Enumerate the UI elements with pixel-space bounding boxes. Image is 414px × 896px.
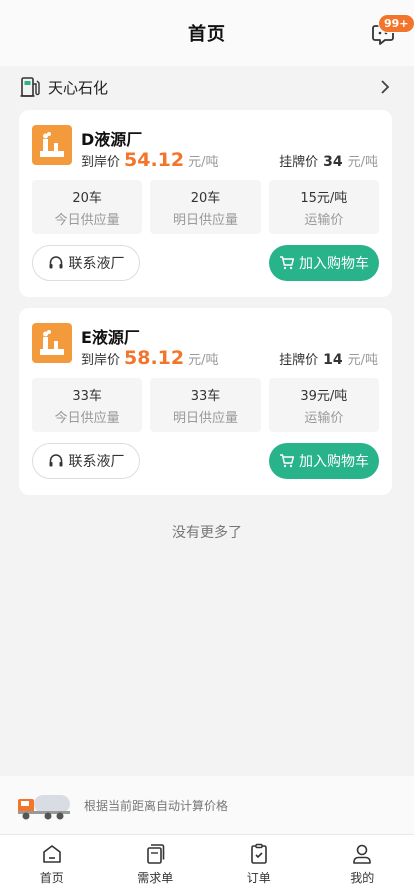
contact-label: 联系液厂 bbox=[68, 454, 125, 470]
tab-home[interactable]: 首页 bbox=[0, 835, 104, 896]
stat-value: 33车 bbox=[72, 388, 102, 404]
add-to-cart-button[interactable]: 加入购物车 bbox=[269, 443, 379, 479]
stat-today-supply: 20车 今日供应量 bbox=[32, 180, 143, 234]
stat-label: 今日供应量 bbox=[54, 212, 120, 228]
tab-demand[interactable]: 需求单 bbox=[104, 835, 208, 896]
headset-icon bbox=[49, 256, 62, 269]
tab-label: 首页 bbox=[39, 871, 64, 885]
stat-freight: 15元/吨 运输价 bbox=[268, 180, 379, 234]
distance-banner: 根据当前距离自动计算价格 bbox=[0, 776, 414, 834]
stat-label: 明日供应量 bbox=[172, 410, 238, 426]
stat-today-supply: 33车 今日供应量 bbox=[32, 378, 143, 432]
tab-label: 需求单 bbox=[137, 871, 174, 885]
factory-logo-icon bbox=[32, 125, 72, 165]
contact-plant-button[interactable]: 联系液厂 bbox=[32, 443, 140, 479]
home-icon bbox=[42, 845, 61, 863]
stat-value: 15元/吨 bbox=[300, 190, 348, 206]
bottom-tab-bar: 首页 需求单 订单 我的 bbox=[0, 834, 414, 896]
listed-price: 挂牌价 14 元/吨 bbox=[279, 349, 378, 368]
stat-tomorrow-supply: 33车 明日供应量 bbox=[150, 378, 261, 432]
plant-name: E液源厂 bbox=[81, 328, 140, 347]
contact-plant-button[interactable]: 联系液厂 bbox=[32, 245, 140, 281]
plant-name: D液源厂 bbox=[81, 130, 143, 149]
price-unit: 元/吨 bbox=[188, 155, 219, 170]
no-more-text: 没有更多了 bbox=[172, 525, 242, 541]
headset-icon bbox=[49, 454, 62, 467]
price-label: 到岸价 bbox=[81, 155, 121, 170]
list-unit: 元/吨 bbox=[347, 155, 378, 170]
list-label: 挂牌价 bbox=[279, 155, 319, 170]
plant-card: D液源厂 到岸价 54.12 元/吨 挂牌价 34 元/吨 20车 今日供应量 … bbox=[19, 110, 392, 297]
tab-orders[interactable]: 订单 bbox=[207, 835, 311, 896]
stats-row: 33车 今日供应量 33车 明日供应量 39元/吨 运输价 bbox=[32, 378, 379, 432]
stat-label: 今日供应量 bbox=[54, 410, 120, 426]
plant-card: E液源厂 到岸价 58.12 元/吨 挂牌价 14 元/吨 33车 今日供应量 … bbox=[19, 308, 392, 495]
stat-label: 明日供应量 bbox=[172, 212, 238, 228]
stat-value: 33车 bbox=[190, 388, 221, 404]
stat-value: 20车 bbox=[72, 190, 102, 206]
price-unit: 元/吨 bbox=[188, 353, 219, 368]
list-unit: 元/吨 bbox=[347, 353, 378, 368]
stat-tomorrow-supply: 20车 明日供应量 bbox=[150, 180, 261, 234]
company-name: 天心石化 bbox=[48, 78, 109, 97]
stat-label: 运输价 bbox=[304, 410, 344, 426]
price-value: 54.12 bbox=[124, 149, 185, 171]
page-title: 首页 bbox=[188, 24, 226, 45]
chevron-right-icon bbox=[381, 80, 390, 94]
cart-icon bbox=[280, 256, 295, 270]
tab-mine[interactable]: 我的 bbox=[311, 835, 414, 896]
stat-label: 运输价 bbox=[304, 212, 344, 228]
price-value: 58.12 bbox=[124, 347, 185, 369]
add-to-cart-button[interactable]: 加入购物车 bbox=[269, 245, 379, 281]
stats-row: 20车 今日供应量 20车 明日供应量 15元/吨 运输价 bbox=[32, 180, 379, 234]
factory-logo-icon bbox=[32, 323, 72, 363]
landed-price: 到岸价 54.12 元/吨 bbox=[81, 149, 219, 171]
unread-badge: 99+ bbox=[378, 14, 414, 33]
stat-value: 20车 bbox=[190, 190, 221, 206]
landed-price: 到岸价 58.12 元/吨 bbox=[81, 347, 219, 369]
tab-label: 订单 bbox=[246, 871, 271, 885]
price-label: 到岸价 bbox=[81, 353, 121, 368]
list-value: 34 bbox=[323, 154, 343, 170]
list-label: 挂牌价 bbox=[279, 353, 319, 368]
cart-icon bbox=[280, 454, 295, 468]
company-selector[interactable]: 天心石化 bbox=[0, 66, 414, 108]
stat-value: 39元/吨 bbox=[300, 388, 348, 404]
clipboard-icon bbox=[250, 843, 267, 864]
stat-freight: 39元/吨 运输价 bbox=[268, 378, 379, 432]
tanker-truck-icon bbox=[18, 795, 70, 820]
tab-label: 我的 bbox=[350, 871, 375, 885]
top-header: 首页 99+ bbox=[0, 0, 414, 66]
demand-icon bbox=[147, 844, 165, 864]
gas-pump-icon bbox=[20, 77, 40, 97]
cart-label: 加入购物车 bbox=[299, 454, 369, 470]
user-icon bbox=[353, 844, 372, 864]
banner-text: 根据当前距离自动计算价格 bbox=[84, 798, 229, 813]
list-value: 14 bbox=[323, 352, 343, 368]
listed-price: 挂牌价 34 元/吨 bbox=[279, 151, 378, 170]
app-screen: 首页 99+ 天心石化 D液源厂 到岸价 54.12 元/吨 挂牌价 34 元/… bbox=[0, 0, 414, 896]
contact-label: 联系液厂 bbox=[68, 256, 125, 272]
cart-label: 加入购物车 bbox=[299, 256, 369, 272]
